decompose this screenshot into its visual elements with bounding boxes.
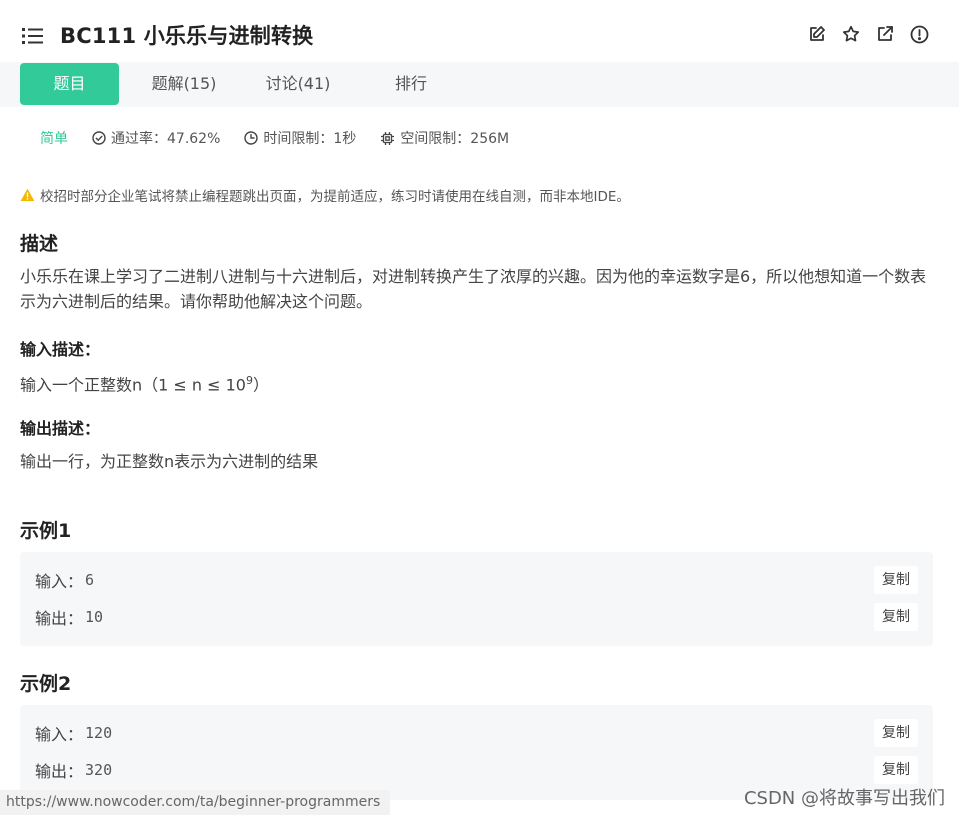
input-desc-text: 输入一个正整数n（1 ≤ n ≤ 109） bbox=[20, 368, 940, 397]
alert-circle-icon[interactable] bbox=[909, 24, 929, 44]
problem-tabs: 题目 题解(15) 讨论(41) 排行 bbox=[0, 62, 959, 107]
copy-output-button[interactable]: 复制 bbox=[874, 603, 918, 631]
clock-icon bbox=[244, 131, 259, 145]
check-circle-icon bbox=[92, 131, 106, 145]
tab-ranking[interactable]: 排行 bbox=[378, 63, 444, 105]
example-1-input-label: 输入： bbox=[35, 572, 84, 591]
header-actions bbox=[807, 24, 929, 44]
time-limit-text: 时间限制：1秒 bbox=[263, 131, 357, 147]
example-2-output-value: 320 bbox=[85, 761, 113, 779]
example-2-input-label: 输入： bbox=[35, 725, 84, 744]
copy-input-button[interactable]: 复制 bbox=[874, 719, 918, 747]
edit-icon[interactable] bbox=[807, 24, 827, 44]
tab-solutions[interactable]: 题解(15) bbox=[140, 63, 228, 105]
output-desc-heading: 输出描述： bbox=[20, 419, 101, 438]
example-1-output-value: 10 bbox=[85, 608, 104, 626]
pass-rate: 通过率：47.62% bbox=[92, 128, 220, 148]
tab-problem[interactable]: 题目 bbox=[20, 63, 119, 105]
example-1-heading: 示例1 bbox=[20, 520, 72, 542]
warning-icon bbox=[20, 188, 35, 201]
input-desc-text-end: ） bbox=[252, 375, 269, 395]
example-2-input-row: 输入： 120 bbox=[35, 721, 112, 745]
problem-meta: 简单 通过率：47.62% 时间限制：1秒 空间限制：256M bbox=[40, 128, 533, 148]
example-1-input-row: 输入： 6 bbox=[35, 568, 94, 592]
copy-output-button[interactable]: 复制 bbox=[874, 756, 918, 784]
description-text: 小乐乐在课上学习了二进制八进制与十六进制后，对进制转换产生了浓厚的兴趣。因为他的… bbox=[20, 267, 927, 311]
pass-rate-text: 通过率：47.62% bbox=[111, 131, 221, 147]
example-1-output-row: 输出： 10 bbox=[35, 605, 103, 629]
output-desc-text: 输出一行，为正整数n表示为六进制的结果 bbox=[20, 452, 319, 471]
space-limit-text: 空间限制：256M bbox=[400, 131, 510, 147]
input-desc-exponent: 9 bbox=[245, 374, 253, 387]
example-1-input-value: 6 bbox=[85, 571, 95, 589]
description-heading: 描述 bbox=[20, 233, 59, 255]
difficulty-badge: 简单 bbox=[40, 131, 68, 147]
example-1-box: 输入： 6 复制 输出： 10 复制 bbox=[20, 552, 933, 646]
input-desc-text-main: 输入一个正整数n（1 ≤ n ≤ 10 bbox=[20, 375, 246, 395]
time-limit: 时间限制：1秒 bbox=[244, 128, 356, 148]
chip-icon bbox=[381, 131, 395, 145]
example-2-input-value: 120 bbox=[85, 724, 113, 742]
example-2-output-label: 输出： bbox=[35, 762, 84, 781]
example-2-output-row: 输出： 320 bbox=[35, 758, 112, 782]
example-1-output-label: 输出： bbox=[35, 609, 84, 628]
csdn-watermark: CSDN @将故事写出我们 bbox=[743, 788, 945, 809]
notice-text: 校招时部分企业笔试将禁止编程题跳出页面，为提前适应，练习时请使用在线自测，而非本… bbox=[40, 189, 630, 205]
example-2-heading: 示例2 bbox=[20, 673, 72, 695]
exam-notice: 校招时部分企业笔试将禁止编程题跳出页面，为提前适应，练习时请使用在线自测，而非本… bbox=[20, 185, 630, 205]
external-link-icon[interactable] bbox=[875, 24, 895, 44]
problem-header: BC111 小乐乐与进制转换 bbox=[0, 0, 959, 62]
status-bar-url: https://www.nowcoder.com/ta/beginner-pro… bbox=[0, 790, 391, 815]
star-icon[interactable] bbox=[841, 24, 861, 44]
list-icon[interactable] bbox=[22, 27, 44, 45]
space-limit: 空间限制：256M bbox=[380, 128, 509, 148]
problem-title: BC111 小乐乐与进制转换 bbox=[60, 24, 314, 48]
copy-input-button[interactable]: 复制 bbox=[874, 566, 918, 594]
input-desc-heading: 输入描述： bbox=[20, 340, 101, 359]
tab-discussion[interactable]: 讨论(41) bbox=[254, 63, 342, 105]
